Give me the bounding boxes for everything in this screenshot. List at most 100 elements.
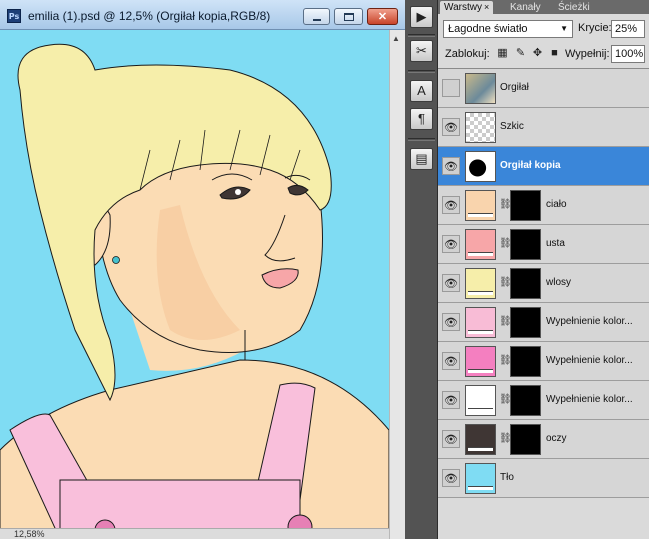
tab-channels[interactable]: Kanały — [506, 1, 545, 14]
layer-thumbnail[interactable] — [465, 112, 496, 143]
layer-thumbnail[interactable] — [465, 307, 496, 338]
eye-icon: 👁 — [444, 161, 458, 173]
layer-mask-thumbnail[interactable] — [510, 307, 541, 338]
eye-icon: 👁 — [444, 395, 458, 407]
layer-name[interactable]: Orgiłał — [500, 82, 529, 93]
lock-transparency-icon[interactable]: ▦ — [496, 47, 509, 60]
layer-name[interactable]: Wypełnienie kolor... — [546, 394, 633, 405]
lock-position-icon[interactable]: ✥ — [531, 47, 544, 60]
layer-row[interactable]: 👁 ⛓ Wypełnienie kolor... — [438, 303, 649, 342]
fill-indicator — [468, 486, 493, 490]
fill-indicator — [468, 330, 493, 334]
paragraph-icon[interactable]: ¶ — [410, 108, 433, 130]
layer-name[interactable]: oczy — [546, 433, 567, 444]
visibility-toggle[interactable]: 👁 — [442, 313, 460, 331]
layer-thumbnail[interactable] — [465, 385, 496, 416]
layer-thumbnail[interactable] — [465, 151, 496, 182]
blend-mode-select[interactable]: Łagodne światło ▼ — [443, 20, 573, 38]
layer-row[interactable]: 👁 Tło — [438, 459, 649, 498]
visibility-toggle[interactable]: 👁 — [442, 235, 460, 253]
visibility-toggle[interactable]: 👁 — [442, 391, 460, 409]
lock-pixels-icon[interactable]: ✎ — [514, 47, 527, 60]
layer-thumbnail[interactable] — [465, 268, 496, 299]
image-canvas[interactable] — [0, 30, 389, 539]
vertical-scrollbar[interactable]: ▲ — [389, 30, 405, 539]
layer-name[interactable]: Tło — [500, 472, 514, 483]
minimize-button[interactable] — [303, 8, 330, 25]
dock-tool-strip: ▶ ✂ A ¶ ▤ — [405, 0, 438, 539]
layer-thumbnail[interactable] — [465, 190, 496, 221]
visibility-toggle[interactable]: 👁 — [442, 196, 460, 214]
close-icon: ✕ — [377, 11, 388, 23]
layer-row[interactable]: 👁 ⛓ ciało — [438, 186, 649, 225]
layers-list: 👁 Orgiłał 👁 Szkic 👁 Orgiłał kopia 👁⛓ciało👁⛓ust… — [438, 68, 649, 539]
scroll-up-icon[interactable]: ▲ — [392, 34, 400, 43]
fill-indicator — [468, 408, 493, 412]
lock-label: Zablokuj: — [445, 48, 490, 60]
panel-icon[interactable]: ▤ — [410, 148, 433, 170]
visibility-toggle[interactable]: 👁 — [442, 469, 460, 487]
layer-mask-thumbnail[interactable] — [510, 385, 541, 416]
layer-thumbnail[interactable] — [465, 424, 496, 455]
layer-row[interactable]: 👁 ⛓ oczy — [438, 420, 649, 459]
visibility-toggle[interactable]: 👁 — [442, 118, 460, 136]
layer-mask-thumbnail[interactable] — [510, 424, 541, 455]
close-button[interactable]: ✕ — [367, 8, 398, 25]
status-bar: 12,58% — [0, 528, 389, 539]
layer-mask-thumbnail[interactable] — [510, 229, 541, 260]
layer-name[interactable]: Szkic — [500, 121, 524, 132]
visibility-toggle[interactable]: 👁 — [442, 430, 460, 448]
tab-layers[interactable]: Warstwy × — [440, 1, 494, 14]
fill-label: Wypełnij: — [565, 48, 610, 60]
layer-name[interactable]: wlosy — [546, 277, 571, 288]
layer-thumbnail[interactable] — [465, 73, 496, 104]
play-icon[interactable]: ▶ — [410, 6, 433, 28]
eye-icon: 👁 — [444, 278, 458, 290]
layer-name[interactable]: ciało — [546, 199, 567, 210]
layer-row[interactable]: 👁 ⛓ usta — [438, 225, 649, 264]
layer-name[interactable]: Wypełnienie kolor... — [546, 355, 633, 366]
layer-row[interactable]: 👁 ⛓ wlosy — [438, 264, 649, 303]
opacity-input[interactable]: 25% — [611, 20, 645, 38]
visibility-toggle[interactable]: 👁 — [442, 157, 460, 175]
document-window: Ps emilia (1).psd @ 12,5% (Orgiłał kopia… — [0, 0, 405, 539]
maximize-button[interactable] — [334, 8, 363, 25]
layer-name[interactable]: Wypełnienie kolor... — [546, 316, 633, 327]
layer-mask-thumbnail[interactable] — [510, 268, 541, 299]
panel-tabs: Warstwy × Kanały Ścieżki — [438, 0, 649, 14]
tab-layers-label: Warstwy — [444, 2, 482, 13]
fill-input[interactable]: 100% — [611, 45, 645, 63]
fill-indicator — [468, 369, 493, 373]
layers-panel: Warstwy × Kanały Ścieżki Łagodne światło … — [438, 0, 649, 539]
fill-indicator — [468, 252, 493, 256]
fill-indicator — [468, 291, 493, 295]
layer-thumbnail[interactable] — [465, 229, 496, 260]
blend-mode-value: Łagodne światło — [448, 23, 528, 35]
document-title-bar[interactable]: Ps emilia (1).psd @ 12,5% (Orgiłał kopia… — [0, 0, 405, 30]
layer-mask-thumbnail[interactable] — [510, 346, 541, 377]
layer-mask-thumbnail[interactable] — [510, 190, 541, 221]
fill-indicator — [468, 213, 493, 217]
brush-tools-icon[interactable]: ✂ — [410, 40, 433, 62]
lock-all-icon[interactable]: ■ — [548, 47, 561, 60]
layer-thumbnail[interactable] — [465, 463, 496, 494]
tool-divider — [408, 70, 435, 73]
layer-row[interactable]: 👁 Orgiłał kopia — [438, 147, 649, 186]
close-icon[interactable]: × — [484, 2, 489, 12]
zoom-level[interactable]: 12,58% — [14, 529, 45, 539]
layer-row[interactable]: 👁 ⛓ Wypełnienie kolor... — [438, 342, 649, 381]
layer-thumbnail[interactable] — [465, 346, 496, 377]
layer-name[interactable]: usta — [546, 238, 565, 249]
layer-name[interactable]: Orgiłał kopia — [500, 160, 561, 171]
layer-row[interactable]: 👁 Orgiłał — [438, 69, 649, 108]
document-title: emilia (1).psd @ 12,5% (Orgiłał kopia,RG… — [28, 9, 271, 23]
tool-divider — [408, 138, 435, 141]
visibility-toggle[interactable]: 👁 — [442, 79, 460, 97]
visibility-toggle[interactable]: 👁 — [442, 352, 460, 370]
layer-row[interactable]: 👁 ⛓ Wypełnienie kolor... — [438, 381, 649, 420]
layer-row[interactable]: 👁 Szkic — [438, 108, 649, 147]
visibility-toggle[interactable]: 👁 — [442, 274, 460, 292]
tab-paths[interactable]: Ścieżki — [554, 1, 594, 14]
text-tool-icon[interactable]: A — [410, 80, 433, 102]
fill-indicator — [468, 447, 493, 451]
